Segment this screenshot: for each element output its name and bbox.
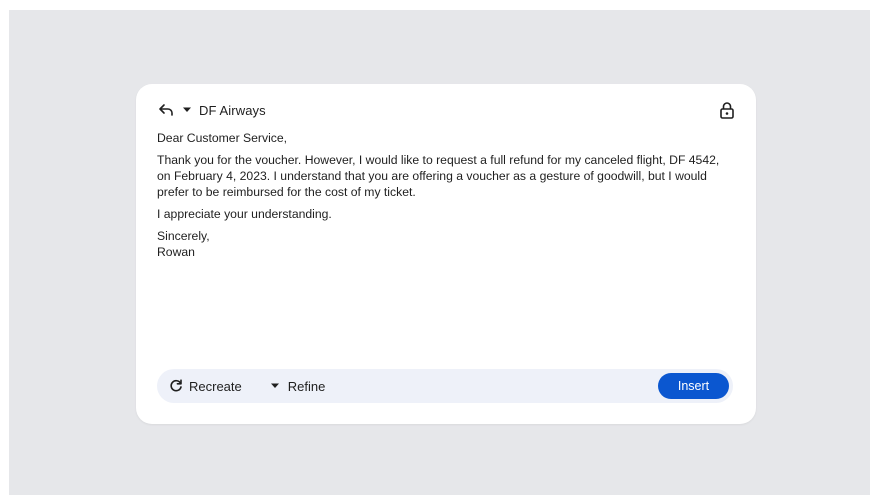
refresh-icon	[169, 379, 183, 393]
message-paragraph: Thank you for the voucher. However, I wo…	[157, 153, 720, 199]
recreate-button[interactable]: Recreate	[169, 372, 242, 400]
recipient-dropdown-caret-icon[interactable]	[182, 105, 192, 115]
ai-draft-card: DF Airways Dear Customer Service, Thank …	[136, 84, 756, 424]
insert-button[interactable]: Insert	[658, 373, 729, 399]
message-closing: Sincerely,	[157, 229, 210, 243]
message-paragraph: I appreciate your understanding.	[157, 207, 332, 221]
message-signature: Rowan	[157, 245, 195, 259]
refine-label: Refine	[287, 378, 326, 394]
refine-button[interactable]: Refine	[270, 372, 326, 400]
draft-header: DF Airways	[158, 100, 736, 120]
draft-message-body[interactable]: Dear Customer Service, Thank you for the…	[157, 130, 732, 266]
recreate-label: Recreate	[189, 378, 242, 394]
recipient-name[interactable]: DF Airways	[199, 103, 266, 118]
lock-icon[interactable]	[720, 101, 736, 119]
draft-actions-toolbar: Recreate Refine Insert	[157, 369, 733, 403]
reply-arrow-icon[interactable]	[158, 102, 174, 118]
message-greeting: Dear Customer Service,	[157, 131, 288, 145]
caret-down-icon	[270, 381, 280, 391]
